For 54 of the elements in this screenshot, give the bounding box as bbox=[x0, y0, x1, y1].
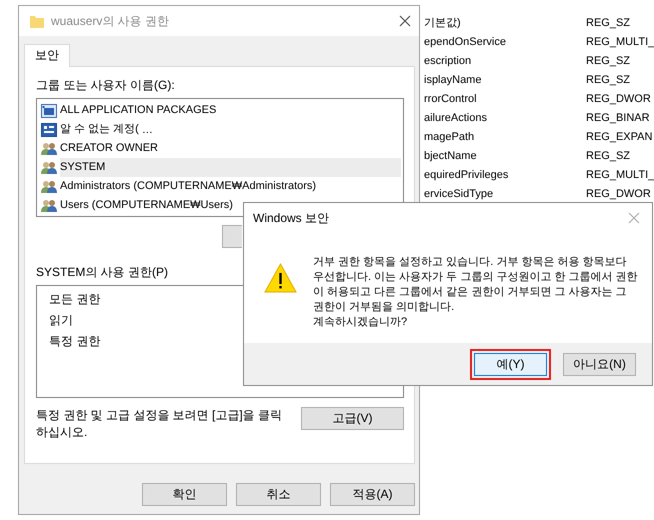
value-type: REG_SZ bbox=[586, 16, 630, 31]
users-icon bbox=[41, 142, 57, 156]
warning-message: 거부 권한 항목을 설정하고 있습니다. 거부 항목은 허용 항목보다 우선합니다. 이는 사용자가 두 그룹의 구성원이고 한 그룹에서 권한이 허용되고 다른 그룹에서 같은 권한이 거부되면 그 사용자는 그 권한이 거부됨을 의미합니다. bbox=[313, 255, 639, 315]
value-name: ependOnService bbox=[424, 35, 506, 50]
value-type: REG_EXPAN bbox=[586, 130, 652, 145]
users-icon bbox=[41, 160, 57, 174]
confirm-question: 계속하시겠습니까? bbox=[313, 315, 408, 330]
dialog-button[interactable]: 확인 bbox=[142, 483, 227, 506]
ellipsis: … bbox=[142, 124, 154, 136]
close-icon[interactable] bbox=[399, 15, 411, 27]
value-name: 기본값) bbox=[424, 16, 461, 31]
folder-icon bbox=[29, 13, 45, 29]
group-item[interactable]: CREATOR OWNER bbox=[60, 139, 158, 158]
group-item[interactable]: Administrators (COMPUTERNAME₩Administrators) bbox=[60, 177, 316, 196]
permission-name: 모든 권한 bbox=[49, 291, 100, 308]
users-icon bbox=[41, 180, 57, 194]
permission-name: 읽기 bbox=[49, 312, 73, 329]
window-title: wuauserv의 사용 권한 bbox=[51, 12, 170, 30]
warning-icon bbox=[264, 263, 297, 293]
permissions-label: SYSTEM의 사용 권한(P) bbox=[36, 264, 168, 281]
groups-label: 그룹 또는 사용자 이름(G): bbox=[36, 77, 175, 94]
value-type: REG_DWOR bbox=[586, 187, 651, 202]
value-type: REG_MULTI_ bbox=[586, 35, 654, 50]
add-button[interactable] bbox=[222, 225, 242, 248]
dialog-button[interactable]: 취소 bbox=[236, 483, 321, 506]
package-icon bbox=[41, 104, 57, 118]
value-name: magePath bbox=[424, 130, 474, 145]
value-type: REG_SZ bbox=[586, 73, 630, 88]
value-type: REG_MULTI_ bbox=[586, 168, 654, 183]
advanced-hint: 특정 권한 및 고급 설정을 보려면 [고급]을 클릭하십시오. bbox=[36, 407, 284, 441]
value-type: REG_SZ bbox=[586, 54, 630, 69]
users-icon bbox=[41, 198, 57, 212]
value-name: ailureActions bbox=[424, 111, 487, 126]
value-type: REG_BINAR bbox=[586, 111, 650, 126]
advanced-button[interactable]: 고급(V) bbox=[301, 407, 404, 430]
permission-name: 특정 권한 bbox=[49, 333, 100, 350]
dialog-button[interactable]: 적용(A) bbox=[330, 483, 415, 506]
group-item[interactable]: ALL APPLICATION PACKAGES bbox=[60, 101, 216, 120]
value-type: REG_DWOR bbox=[586, 92, 651, 107]
message-title: Windows 보안 bbox=[253, 210, 330, 226]
value-name: erviceSidType bbox=[424, 187, 494, 202]
message-button[interactable]: 예(Y) bbox=[474, 352, 547, 376]
account-icon bbox=[41, 122, 57, 136]
group-item[interactable]: 알 수 없는 계정( bbox=[60, 120, 139, 139]
message-button[interactable]: 아니요(N) bbox=[563, 352, 636, 376]
tab[interactable]: 보안 bbox=[24, 44, 70, 67]
value-type: REG_SZ bbox=[586, 149, 630, 164]
group-item[interactable]: SYSTEM bbox=[60, 158, 401, 177]
group-item[interactable]: Users (COMPUTERNAME₩Users) bbox=[60, 196, 233, 215]
value-name: escription bbox=[424, 54, 472, 69]
value-name: equiredPrivileges bbox=[424, 168, 508, 183]
value-name: isplayName bbox=[424, 73, 482, 88]
value-name: rrorControl bbox=[424, 92, 477, 107]
value-name: bjectName bbox=[424, 149, 477, 164]
